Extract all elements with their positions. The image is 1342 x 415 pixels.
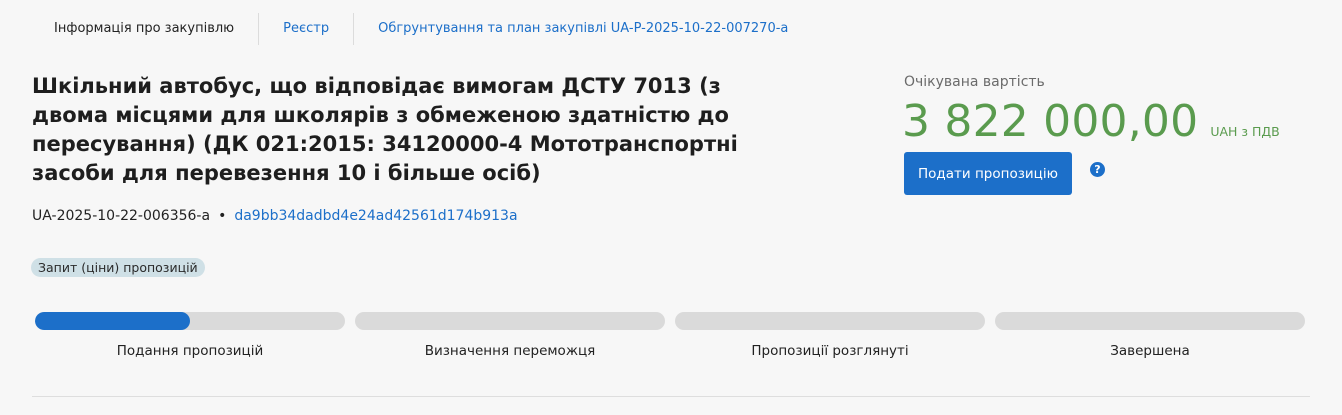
expected-value-amount: 3 822 000,00	[902, 96, 1199, 147]
progress-step-winner: Визначення переможця	[355, 312, 665, 359]
tender-progress: Подання пропозицій Визначення переможця …	[35, 312, 1306, 359]
submit-proposal-button[interactable]: Подати пропозицію	[904, 152, 1072, 195]
tender-title: Шкільний автобус, що відповідає вимогам …	[32, 74, 738, 185]
expected-value-currency: UAH з ПДВ	[1210, 124, 1280, 139]
progress-track	[35, 312, 345, 330]
progress-track	[995, 312, 1305, 330]
tab-registry[interactable]: Реєстр	[259, 12, 353, 46]
progress-step-completed: Завершена	[995, 312, 1305, 359]
expected-value-label: Очікувана вартість	[904, 74, 1045, 90]
progress-track	[355, 312, 665, 330]
tender-identifiers: UA-2025-10-22-006356-a • da9bb34dadbd4e2…	[32, 205, 518, 227]
tab-procurement-info[interactable]: Інформація про закупівлю	[32, 12, 258, 46]
progress-step-label: Пропозиції розглянуті	[751, 343, 909, 359]
progress-step-label: Подання пропозицій	[116, 343, 264, 359]
progress-step-reviewed: Пропозиції розглянуті	[675, 312, 985, 359]
progress-track	[675, 312, 985, 330]
procedure-type-badge: Запит (ціни) пропозицій	[31, 258, 205, 277]
section-divider	[32, 396, 1310, 397]
progress-fill	[35, 312, 190, 330]
tender-hash-link[interactable]: da9bb34dadbd4e24ad42561d174b913a	[234, 205, 517, 227]
tab-procurement-plan[interactable]: Обгрунтування та план закупівлі UA-P-202…	[354, 12, 812, 46]
tab-bar: Інформація про закупівлю Реєстр Обгрунту…	[32, 12, 812, 46]
id-separator: •	[218, 208, 227, 224]
progress-step-label: Визначення переможця	[424, 343, 596, 359]
progress-step-submission: Подання пропозицій	[35, 312, 345, 359]
help-icon[interactable]: ?	[1090, 162, 1105, 177]
progress-step-label: Завершена	[1110, 343, 1190, 359]
expected-value: 3 822 000,00 UAH з ПДВ	[902, 96, 1280, 148]
tender-id: UA-2025-10-22-006356-a	[32, 208, 211, 224]
